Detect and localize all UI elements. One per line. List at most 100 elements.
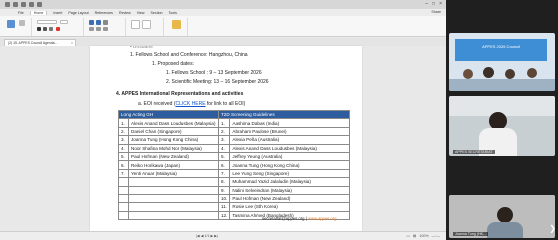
document-page[interactable]: ▪ Brisbane 1. Fellows School and Confere…	[90, 46, 362, 231]
cut-icon[interactable]	[19, 20, 25, 26]
table-cell[interactable]: 3.	[217, 135, 231, 145]
table-cell[interactable]	[118, 177, 129, 187]
table-cell[interactable]: Aashima Dabas (India)	[229, 118, 351, 128]
table-cell[interactable]: 11.	[217, 202, 231, 212]
bullets-icon[interactable]	[89, 20, 94, 25]
table-cell[interactable]: 6.	[217, 160, 231, 170]
style-normal-tile[interactable]	[131, 20, 140, 29]
table-cell[interactable]: Jeffrey Yeung (Australia)	[229, 151, 351, 162]
video-tile-secretariat[interactable]: APPES SECRETARIAT	[449, 96, 555, 156]
table-cell[interactable]: Muhammad Yazid Jalaludin (Malaysia)	[229, 177, 351, 187]
table-cell[interactable]: 2.	[217, 126, 231, 137]
footer-email[interactable]: secretariat@appes.org	[262, 216, 304, 221]
document-canvas[interactable]: ▪ Brisbane 1. Fellows School and Confere…	[0, 46, 446, 231]
video-tile-shared-room[interactable]: APPES 2026 Council	[449, 33, 555, 91]
table-cell[interactable]	[128, 210, 219, 221]
menu-item-page-layout[interactable]: Page Layout	[68, 11, 88, 15]
table-cell[interactable]: 5.	[118, 151, 129, 162]
save-icon[interactable]	[13, 2, 18, 7]
minimize-icon[interactable]: –	[425, 1, 428, 7]
table-cell[interactable]	[128, 177, 219, 187]
table-cell[interactable]: Yenti Anuar (Malaysia)	[128, 168, 219, 179]
table-cell[interactable]: 7.	[118, 168, 129, 179]
table-cell[interactable]: 9.	[217, 185, 231, 195]
italic-icon[interactable]	[43, 27, 47, 31]
table-cell[interactable]: 5.	[217, 151, 231, 162]
view-mode-icon[interactable]: ▭	[407, 234, 410, 238]
font-color-icon[interactable]	[56, 27, 60, 31]
table-cell[interactable]: 8.	[217, 177, 231, 187]
section-heading: 4. APPES International Representations a…	[116, 91, 244, 97]
table-cell[interactable]: Alexis Anand Dass Loudusbes (Malaysia)	[128, 118, 219, 128]
align-center-icon[interactable]	[96, 27, 101, 31]
table-cell[interactable]: 7.	[217, 168, 231, 179]
table-cell[interactable]: Alexia Peña (Australia)	[229, 135, 351, 145]
next-page-arrow-icon[interactable]: ❯	[549, 224, 556, 233]
table-cell[interactable]: Alexis Anand Dass Loudusbes (Malaysia)	[229, 143, 351, 153]
eoi-link[interactable]: CLICK HERE	[176, 101, 206, 107]
table-cell[interactable]	[128, 185, 219, 195]
table-cell[interactable]	[128, 193, 219, 204]
table-cell[interactable]: Joanna Tung (Hong Kong China)	[128, 135, 219, 145]
zoom-level[interactable]: 100%	[419, 234, 428, 238]
table-cell[interactable]: Abraham Paulose (Brunei)	[229, 126, 351, 137]
menu-item-file[interactable]: File	[18, 11, 24, 15]
table-cell[interactable]: 10.	[217, 193, 231, 204]
close-icon[interactable]: ×	[439, 1, 442, 7]
table-cell[interactable]: Noor Shafina Mohd Nor (Malaysia)	[128, 143, 219, 153]
style-heading-tile[interactable]	[142, 20, 151, 29]
table-cell[interactable]	[118, 202, 129, 212]
table-cell[interactable]: 2.	[118, 126, 129, 137]
footer-website[interactable]: www.appes.org	[308, 216, 337, 221]
screen: – □ × File Home Insert Page Layout Reference…	[0, 0, 558, 240]
menu-item-view[interactable]: View	[137, 11, 145, 15]
find-replace-icon[interactable]	[172, 20, 181, 29]
app-logo-icon[interactable]	[5, 2, 10, 7]
document-tab[interactable]: (2) 15. APPES Council Agenda... ×	[4, 39, 76, 46]
page-navigation[interactable]: |◀ ◀ 1/1 ▶ ▶|	[196, 234, 218, 238]
table-cell[interactable]: 4.	[118, 143, 129, 153]
undo-icon[interactable]	[21, 2, 26, 7]
view-mode-icon[interactable]: ▤	[413, 234, 416, 238]
indent-icon[interactable]	[103, 20, 108, 25]
table-cell[interactable]: 1.	[217, 118, 231, 128]
align-right-icon[interactable]	[103, 27, 108, 31]
table-cell[interactable]	[128, 202, 219, 212]
table-cell[interactable]: Reiko Horikawa (Japan)	[128, 160, 219, 170]
font-family-select[interactable]	[37, 20, 57, 24]
table-cell[interactable]	[118, 193, 129, 204]
table-cell[interactable]	[118, 210, 129, 221]
table-cell[interactable]: Paul Hofman (New Zealand)	[128, 151, 219, 162]
table-cell[interactable]: Daniel Chan (Singapore)	[128, 126, 219, 137]
table-cell[interactable]: Joanna Tung (Hong Kong China)	[229, 160, 351, 170]
align-left-icon[interactable]	[89, 27, 94, 31]
table-cell[interactable]: 1.	[118, 118, 129, 128]
menu-item-tools[interactable]: Tools	[169, 11, 177, 15]
menu-item-home[interactable]: Home	[29, 10, 48, 15]
menu-item-insert[interactable]: Insert	[53, 11, 62, 15]
table-cell[interactable]	[118, 185, 129, 195]
paste-icon[interactable]	[7, 20, 15, 28]
numbering-icon[interactable]	[96, 20, 101, 25]
video-tile-joanna-tung[interactable]: Joanna Tung (HK...	[449, 195, 555, 238]
table-cell[interactable]: Nalini Selveindran (Malaysia)	[229, 185, 351, 195]
zoom-slider[interactable]: —◦—	[432, 234, 440, 238]
table-cell[interactable]: Rosie Lee (Sth Korea)	[229, 202, 351, 212]
share-button[interactable]: Share	[431, 10, 441, 14]
maximize-icon[interactable]: □	[432, 1, 435, 7]
table-cell[interactable]: 6.	[118, 160, 129, 170]
font-size-select[interactable]	[60, 20, 68, 24]
table-cell[interactable]: 12.	[217, 210, 231, 221]
menu-item-review[interactable]: Review	[119, 11, 131, 15]
table-cell[interactable]: Lee Yung Seng (Singapore)	[229, 168, 351, 179]
bold-icon[interactable]	[37, 27, 41, 31]
print-icon[interactable]	[37, 2, 42, 7]
table-cell[interactable]: Paul Hofman (New Zealand)	[229, 193, 351, 204]
underline-icon[interactable]	[49, 27, 53, 31]
table-header-row: Long Acting GH T2D Screening Guidelines	[118, 109, 351, 120]
redo-icon[interactable]	[29, 2, 34, 7]
table-cell[interactable]: 4.	[217, 143, 231, 153]
menu-item-section[interactable]: Section	[151, 11, 163, 15]
menu-item-references[interactable]: References	[95, 11, 113, 15]
table-cell[interactable]: 3.	[118, 135, 129, 145]
